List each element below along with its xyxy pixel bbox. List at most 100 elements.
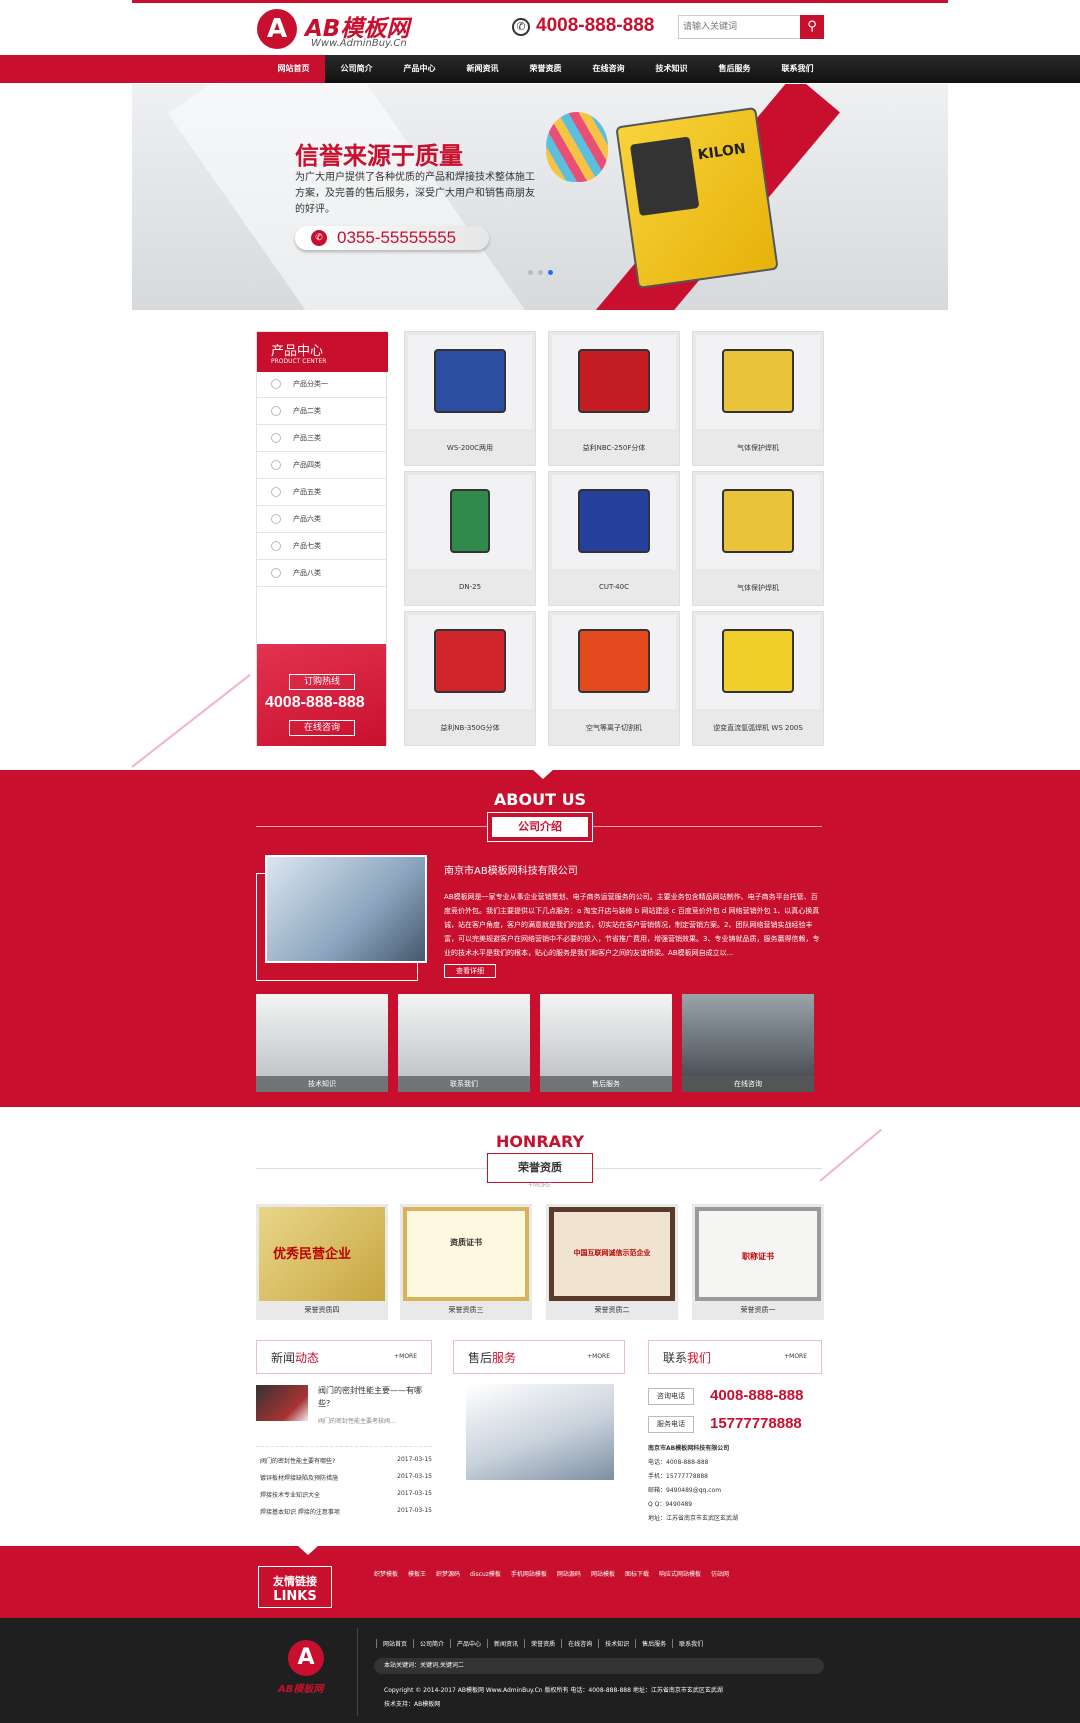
honor-card[interactable]: 中国互联网诚信示范企业 荣誉资质二 bbox=[546, 1204, 678, 1320]
honors-title-box: 荣誉资质 bbox=[487, 1153, 593, 1183]
about-thumb[interactable]: 在线咨询 bbox=[682, 994, 814, 1092]
friend-link[interactable]: 仿站网 bbox=[711, 1569, 729, 1578]
footer-nav-item[interactable]: 售后服务 bbox=[635, 1639, 672, 1648]
category-item[interactable]: 产品五类 bbox=[257, 480, 386, 506]
service-handshake-image bbox=[466, 1384, 614, 1480]
spot-welder-image bbox=[450, 489, 490, 553]
friend-link[interactable]: 手机网站模板 bbox=[511, 1569, 547, 1578]
product-image bbox=[696, 335, 820, 429]
top-accent-line bbox=[132, 0, 948, 3]
honors-title-en: HONRARY bbox=[495, 1132, 585, 1151]
banner-dot-active[interactable] bbox=[548, 270, 553, 275]
honor-card[interactable]: 职称证书 荣誉资质一 bbox=[692, 1204, 824, 1320]
hotline-number: 4008-888-888 bbox=[536, 15, 655, 36]
nav-item-home[interactable]: 网站首页 bbox=[262, 55, 325, 83]
honors-title-cn: 荣誉资质 bbox=[518, 1161, 562, 1174]
online-consult-button[interactable]: 在线咨询 bbox=[289, 720, 355, 736]
friend-link[interactable]: 图标下载 bbox=[625, 1569, 649, 1578]
nav-item-news[interactable]: 新闻资讯 bbox=[451, 55, 514, 83]
about-more-button[interactable]: 查看详细 bbox=[444, 964, 496, 978]
category-item[interactable]: 产品七类 bbox=[257, 534, 386, 560]
footer-nav-item[interactable]: 荣誉资质 bbox=[524, 1639, 561, 1648]
footer-nav-item[interactable]: 联系我们 bbox=[672, 1639, 709, 1648]
product-card[interactable]: 气体保护焊机 bbox=[692, 331, 824, 466]
consult-phone-label: 咨询电话 bbox=[648, 1388, 694, 1405]
friend-link[interactable]: 织梦源码 bbox=[436, 1569, 460, 1578]
news-feature-image bbox=[256, 1385, 308, 1421]
footer-nav-item[interactable]: 技术知识 bbox=[598, 1639, 635, 1648]
footer-support: 技术支持：AB模板网 bbox=[384, 1701, 441, 1708]
product-card[interactable]: 逆变直流氩弧焊机 WS 200S bbox=[692, 611, 824, 746]
friend-link[interactable]: 网站源码 bbox=[557, 1569, 581, 1578]
nav-item-service[interactable]: 售后服务 bbox=[703, 55, 766, 83]
product-card[interactable]: DN-25 bbox=[404, 471, 536, 606]
friend-link[interactable]: 响应式网站模板 bbox=[659, 1569, 701, 1578]
news-row[interactable]: 阀门的密封性能主要有哪些? 2017-03-15 bbox=[256, 1453, 432, 1467]
product-image bbox=[552, 335, 676, 429]
product-card[interactable]: 益利NBC-250F分体 bbox=[548, 331, 680, 466]
nav-item-products[interactable]: 产品中心 bbox=[388, 55, 451, 83]
product-card[interactable]: 气体保护焊机 bbox=[692, 471, 824, 606]
service-more-link[interactable]: +MORE bbox=[587, 1353, 610, 1360]
category-item[interactable]: 产品三类 bbox=[257, 426, 386, 452]
product-name: CUT-40C bbox=[599, 583, 629, 591]
welder-brand: KILON bbox=[696, 140, 747, 164]
footer-nav-item[interactable]: 公司简介 bbox=[413, 1639, 450, 1648]
banner-dot[interactable] bbox=[528, 270, 533, 275]
footer-nav-item[interactable]: 在线咨询 bbox=[561, 1639, 598, 1648]
category-item[interactable]: 产品八类 bbox=[257, 561, 386, 587]
about-title-en: ABOUT US bbox=[493, 790, 587, 809]
product-card[interactable]: WS-200C两用 bbox=[404, 331, 536, 466]
category-item[interactable]: 产品四类 bbox=[257, 453, 386, 479]
footer-nav-item[interactable]: 产品中心 bbox=[450, 1639, 487, 1648]
nav-item-consult[interactable]: 在线咨询 bbox=[577, 55, 640, 83]
thumb-caption: 在线咨询 bbox=[682, 1076, 814, 1092]
about-thumb[interactable]: 技术知识 bbox=[256, 994, 388, 1092]
nav-item-tech[interactable]: 技术知识 bbox=[640, 55, 703, 83]
news-more-link[interactable]: +MORE bbox=[394, 1353, 417, 1360]
site-logo[interactable]: A AB模板网 Www.AdminBuy.Cn bbox=[257, 5, 437, 51]
search-input[interactable] bbox=[683, 19, 793, 35]
contact-mobile: 手机：15777778888 bbox=[648, 1473, 708, 1480]
contact-more-link[interactable]: +MORE bbox=[784, 1353, 807, 1360]
friend-link[interactable]: 织梦模板 bbox=[374, 1569, 398, 1578]
honor-card[interactable]: 资质证书 荣誉资质三 bbox=[400, 1204, 532, 1320]
contact-title-a: 联系 bbox=[663, 1351, 688, 1365]
friend-link[interactable]: 模板王 bbox=[408, 1569, 426, 1578]
news-row[interactable]: 焊接技术专业知识大全 2017-03-15 bbox=[256, 1487, 432, 1501]
product-sidebar-title: 产品中心 bbox=[271, 344, 324, 359]
contact-email: 邮箱：9490489@qq.com bbox=[648, 1487, 722, 1494]
news-row[interactable]: 焊接基本知识 焊接的注意事项 2017-03-15 bbox=[256, 1504, 432, 1518]
banner-phone: 0355-55555555 bbox=[337, 228, 457, 247]
footer-copyright: Copyright © 2014-2017 AB模板网 Www.AdminBuy… bbox=[384, 1687, 723, 1694]
nav-item-about[interactable]: 公司简介 bbox=[325, 55, 388, 83]
category-item[interactable]: 产品分类一 bbox=[257, 372, 386, 398]
footer-nav-item[interactable]: 新闻资讯 bbox=[487, 1639, 524, 1648]
product-image bbox=[408, 335, 532, 429]
friend-link[interactable]: discuz模板 bbox=[470, 1569, 501, 1578]
footer-nav-item[interactable]: 网站首页 bbox=[376, 1639, 413, 1648]
category-item[interactable]: 产品二类 bbox=[257, 399, 386, 425]
honor-name: 荣誉资质三 bbox=[448, 1306, 484, 1314]
product-card[interactable]: CUT-40C bbox=[548, 471, 680, 606]
category-label: 产品四类 bbox=[293, 461, 321, 469]
news-row[interactable]: 镀锌板材焊接缺陷及预防措施 2017-03-15 bbox=[256, 1470, 432, 1484]
category-label: 产品分类一 bbox=[293, 380, 328, 388]
honor-card[interactable]: 优秀民营企业 荣誉资质四 bbox=[256, 1204, 388, 1320]
banner-dot[interactable] bbox=[538, 270, 543, 275]
service-title: 售后服务 bbox=[468, 1349, 516, 1366]
hero-banner[interactable]: 信誉来源于质量 为广大用户提供了各种优质的产品和焊接技术整体施工方案，及完善的售… bbox=[132, 84, 948, 310]
nav-item-contact[interactable]: 联系我们 bbox=[766, 55, 829, 83]
category-item[interactable]: 产品六类 bbox=[257, 507, 386, 533]
product-card[interactable]: 益利NB-350G分体 bbox=[404, 611, 536, 746]
news-feature-title[interactable]: 阀门的密封性能主要——有哪些? bbox=[318, 1384, 424, 1410]
bullet-icon bbox=[271, 514, 281, 524]
honors-more-link[interactable]: +MORE bbox=[528, 1182, 551, 1189]
product-card[interactable]: 空气等离子切割机 bbox=[548, 611, 680, 746]
nav-item-honors[interactable]: 荣誉资质 bbox=[514, 55, 577, 83]
about-thumb[interactable]: 售后服务 bbox=[540, 994, 672, 1092]
friend-link[interactable]: 网站模板 bbox=[591, 1569, 615, 1578]
about-thumb[interactable]: 联系我们 bbox=[398, 994, 530, 1092]
category-label: 产品三类 bbox=[293, 434, 321, 442]
search-icon[interactable]: ⚲ bbox=[800, 15, 824, 39]
